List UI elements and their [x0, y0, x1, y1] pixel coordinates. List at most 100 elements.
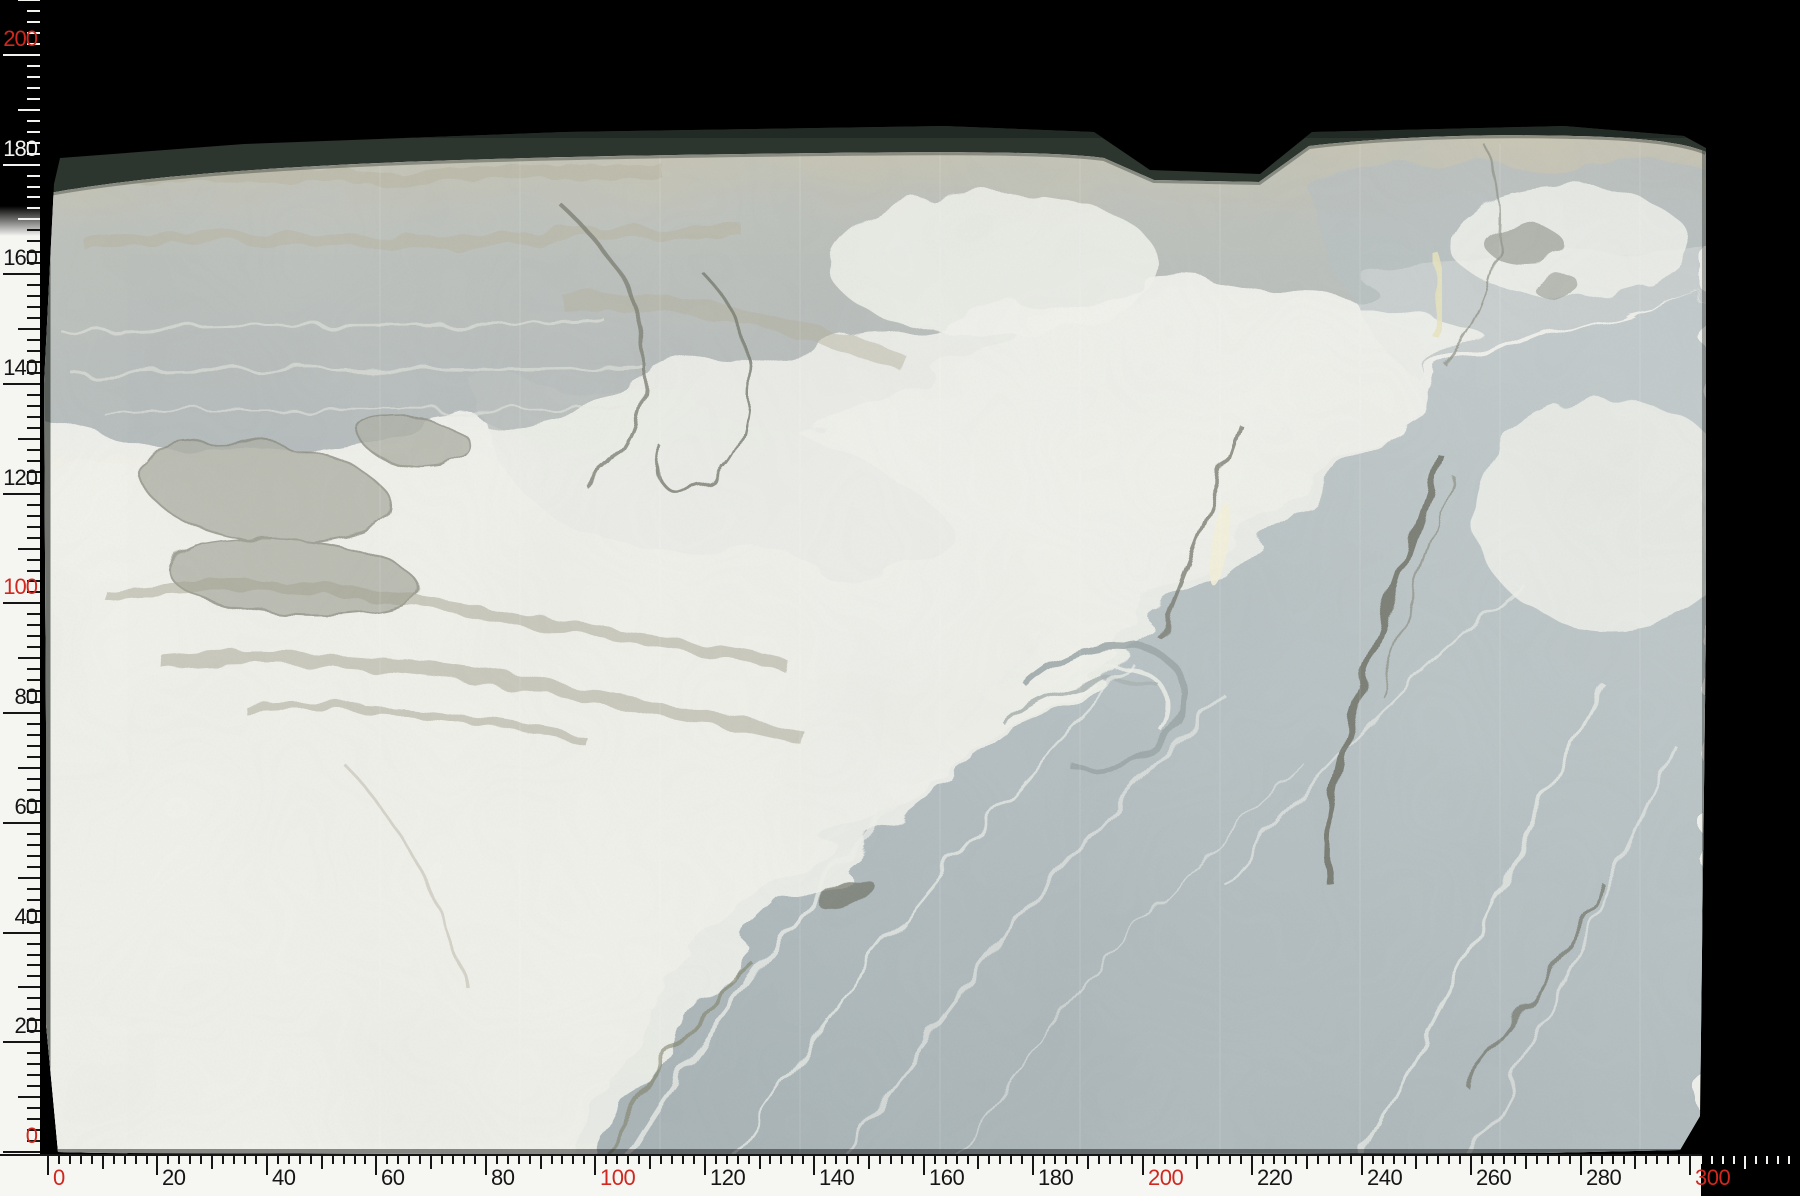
h-ruler-tick: [1372, 1156, 1374, 1164]
v-ruler-tick: [27, 943, 40, 945]
v-ruler-tick: [18, 1096, 40, 1098]
v-ruler-tick: [3, 932, 40, 934]
h-ruler-tick: [769, 1156, 771, 1164]
h-ruler-tick: [496, 1156, 498, 1164]
v-ruler-tick: [27, 537, 40, 539]
v-ruler-tick: [27, 668, 40, 670]
h-ruler-tick: [912, 1156, 914, 1164]
h-ruler-tick: [266, 1156, 268, 1175]
h-ruler-tick: [1251, 1156, 1253, 1175]
v-ruler-tick: [27, 954, 40, 956]
v-ruler-tick: [3, 273, 40, 275]
v-ruler-tick: [27, 745, 40, 747]
h-ruler-tick: [1547, 1156, 1549, 1164]
h-ruler-tick: [156, 1156, 158, 1175]
h-ruler-tick: [1470, 1156, 1472, 1175]
v-ruler-tick: [3, 1041, 40, 1043]
h-ruler-tick: [1667, 1156, 1669, 1164]
h-ruler-tick: [737, 1156, 739, 1164]
h-ruler-tick: [1164, 1156, 1166, 1164]
h-ruler-tick: [419, 1156, 421, 1164]
h-ruler-tick: [386, 1156, 388, 1164]
h-ruler-tick: [1503, 1156, 1505, 1164]
h-ruler-tick: [1437, 1156, 1439, 1164]
v-ruler-tick: [18, 328, 40, 330]
v-ruler-tick: [18, 767, 40, 769]
v-ruler-tick: [27, 866, 40, 868]
h-ruler-tick: [1142, 1156, 1144, 1175]
h-ruler-tick: [1788, 1156, 1790, 1164]
horizontal-ruler-baseline: [0, 1154, 1702, 1156]
h-ruler-tick: [1678, 1156, 1680, 1164]
h-ruler-tick: [1153, 1156, 1155, 1164]
h-ruler-tick: [485, 1156, 487, 1175]
h-ruler-tick: [1098, 1156, 1100, 1164]
h-ruler-label: 60: [381, 1166, 404, 1190]
v-ruler-tick: [27, 964, 40, 966]
v-ruler-tick: [27, 207, 40, 209]
h-ruler-label: 180: [1038, 1166, 1073, 1190]
v-ruler-tick: [27, 98, 40, 100]
h-ruler-tick: [1514, 1156, 1516, 1164]
h-ruler-tick: [1766, 1156, 1768, 1164]
h-ruler-tick: [1010, 1156, 1012, 1164]
h-ruler-tick: [1021, 1156, 1023, 1164]
v-ruler-label: 120: [0, 466, 37, 490]
v-ruler-label: 40: [0, 905, 37, 929]
h-ruler-label: 80: [491, 1166, 514, 1190]
h-ruler-tick: [364, 1156, 366, 1164]
h-ruler-tick: [1777, 1156, 1779, 1164]
h-ruler-tick: [1590, 1156, 1592, 1164]
h-ruler-tick: [1722, 1156, 1724, 1164]
h-ruler-tick: [1229, 1156, 1231, 1164]
horizontal-ruler: 0204060801001201401601802002202402602803…: [0, 1154, 1800, 1196]
h-ruler-tick: [80, 1156, 82, 1164]
h-ruler-tick: [200, 1156, 202, 1164]
h-ruler-tick: [244, 1156, 246, 1164]
h-ruler-tick: [1120, 1156, 1122, 1164]
v-ruler-tick: [27, 394, 40, 396]
v-ruler-tick: [27, 65, 40, 67]
v-ruler-tick: [27, 186, 40, 188]
v-ruler-tick: [27, 1008, 40, 1010]
v-ruler-label: 20: [0, 1014, 37, 1038]
h-ruler-tick: [780, 1156, 782, 1164]
h-ruler-tick: [945, 1156, 947, 1164]
v-ruler-tick: [27, 997, 40, 999]
h-ruler-tick: [1109, 1156, 1111, 1164]
h-ruler-tick: [1273, 1156, 1275, 1164]
v-ruler-tick: [27, 504, 40, 506]
h-ruler-tick: [375, 1156, 377, 1175]
h-ruler-tick: [124, 1156, 126, 1164]
h-ruler-tick: [1284, 1156, 1286, 1164]
v-ruler-tick: [3, 822, 40, 824]
h-ruler-tick: [846, 1156, 848, 1164]
v-ruler-tick: [3, 54, 40, 56]
v-ruler-tick: [3, 1151, 40, 1153]
vertical-ruler: 200180160140120100806040200: [0, 0, 40, 1154]
h-ruler-tick: [1580, 1156, 1582, 1175]
h-ruler-tick: [1448, 1156, 1450, 1164]
h-ruler-tick: [813, 1156, 815, 1175]
v-ruler-tick: [27, 1052, 40, 1054]
h-ruler-tick: [113, 1156, 115, 1164]
v-ruler-tick: [27, 175, 40, 177]
h-ruler-tick: [354, 1156, 356, 1164]
v-ruler-label: 0: [0, 1124, 37, 1148]
h-ruler-tick: [1645, 1156, 1647, 1164]
h-ruler-tick: [1426, 1156, 1428, 1164]
h-ruler-tick: [583, 1156, 585, 1164]
v-ruler-tick: [27, 284, 40, 286]
h-ruler-tick: [507, 1156, 509, 1164]
h-ruler-tick: [1218, 1156, 1220, 1164]
h-ruler-tick: [518, 1156, 520, 1164]
h-ruler-tick: [824, 1156, 826, 1164]
v-ruler-tick: [27, 350, 40, 352]
h-ruler-tick: [1032, 1156, 1034, 1175]
h-ruler-label: 220: [1257, 1166, 1292, 1190]
v-ruler-tick: [27, 646, 40, 648]
h-ruler-label: 100: [600, 1166, 635, 1190]
v-ruler-tick: [27, 723, 40, 725]
h-ruler-label: 40: [272, 1166, 295, 1190]
h-ruler-tick: [1054, 1156, 1056, 1164]
